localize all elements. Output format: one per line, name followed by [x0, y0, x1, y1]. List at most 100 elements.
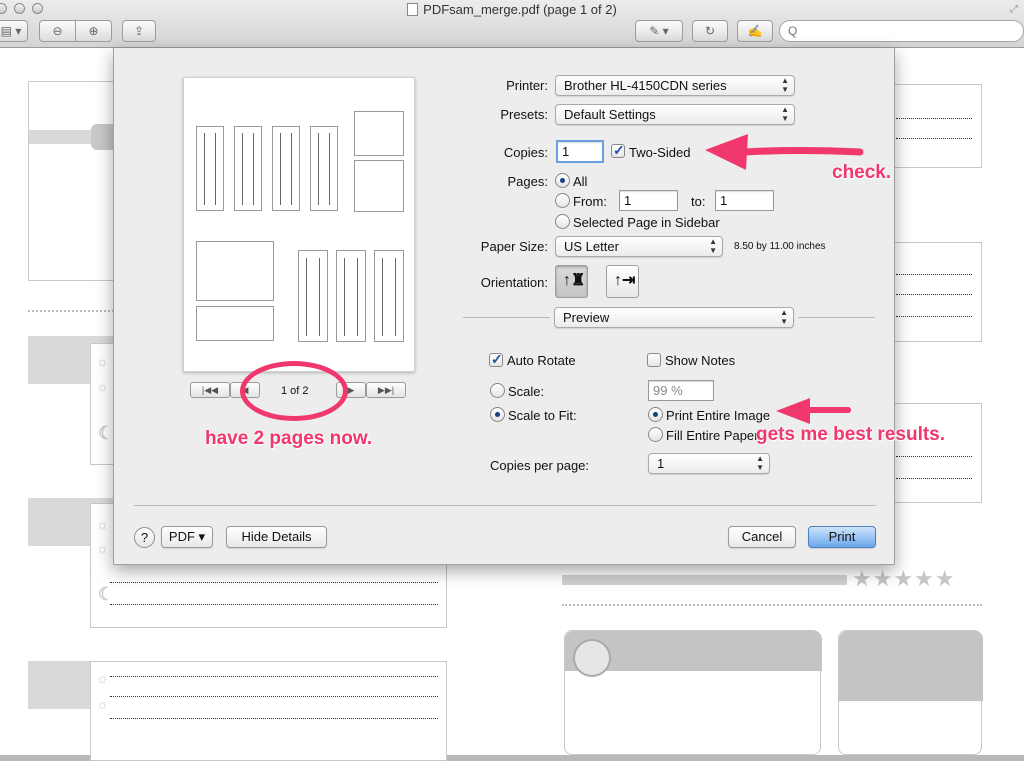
doc-dotted-line	[896, 456, 972, 457]
edit-icon: ✍	[747, 24, 763, 38]
last-page-button[interactable]: ▶▶|	[366, 382, 406, 398]
hide-details-button[interactable]: Hide Details	[226, 526, 327, 548]
doc-dotted-line	[896, 274, 972, 275]
first-page-button[interactable]: |◀◀	[190, 382, 230, 398]
preview-lines	[204, 133, 216, 205]
preview-column	[354, 111, 404, 156]
preview-lines	[242, 133, 254, 205]
doc-dotted-line	[110, 582, 438, 583]
section-value: Preview	[563, 310, 610, 325]
pages-from-label: From:	[573, 194, 607, 209]
zoom-in-button[interactable]: ⊕	[75, 20, 112, 42]
auto-rotate-checkbox[interactable]	[489, 351, 503, 368]
rotate-button[interactable]: ↻	[692, 20, 728, 42]
landscape-button[interactable]: ↑⇥	[606, 265, 639, 298]
first-page-icon: |◀◀	[201, 385, 219, 395]
next-page-icon: ▶	[347, 385, 355, 395]
doc-dotted-line	[110, 604, 438, 605]
pages-selected-label: Selected Page in Sidebar	[573, 215, 720, 230]
sidebar-toggle-button[interactable]: ▤ ▾	[0, 20, 28, 42]
window-titlebar: PDFsam_merge.pdf (page 1 of 2) ⤢ ▤ ▾ ⊖ ⊕…	[0, 0, 1024, 48]
fill-entire-paper-label: Fill Entire Paper	[666, 428, 759, 443]
edit-toolbar-button[interactable]: ✍	[737, 20, 773, 42]
last-page-icon: ▶▶|	[377, 385, 395, 395]
two-sided-label: Two-Sided	[629, 145, 691, 160]
doc-right-card-2	[838, 630, 983, 755]
pages-selected-radio[interactable]	[555, 214, 570, 229]
pages-from-field[interactable]: 1	[619, 190, 678, 211]
doc-right-box-2	[880, 242, 982, 342]
window-title: PDFsam_merge.pdf (page 1 of 2)	[0, 2, 1024, 17]
doc-divider	[28, 310, 118, 312]
printer-popup[interactable]: Brother HL-4150CDN series ▲ ▼	[555, 75, 795, 96]
page-count-highlight	[240, 361, 348, 421]
preview-block	[196, 306, 274, 341]
pages-all-radio[interactable]	[555, 173, 570, 188]
doc-divider	[562, 604, 982, 606]
scale-field[interactable]: 99 %	[648, 380, 714, 401]
share-button[interactable]: ⇪	[122, 20, 156, 42]
preview-lines	[382, 258, 396, 336]
copies-label: Copies:	[503, 145, 548, 160]
print-dialog: |◀◀ ◀ 1 of 2 ▶ ▶▶| Printer: Brother HL-4…	[113, 48, 895, 565]
scale-radio[interactable]	[490, 383, 505, 398]
bottom-separator	[134, 505, 876, 506]
two-sided-checkbox[interactable]	[611, 142, 625, 159]
doc-dotted-line	[896, 138, 972, 139]
help-button[interactable]: ?	[134, 527, 155, 548]
fullscreen-icon[interactable]: ⤢	[1010, 4, 1018, 15]
zoom-out-icon: ⊖	[52, 24, 63, 38]
paper-size-value: US Letter	[564, 239, 619, 254]
pdf-file-icon	[407, 3, 419, 16]
pages-from-radio[interactable]	[555, 193, 570, 208]
moon-icon: ☾	[98, 584, 115, 604]
copies-field[interactable]: 1	[556, 140, 604, 163]
sun-icon: ☼	[96, 670, 109, 686]
doc-dotted-line	[110, 718, 438, 719]
popup-arrows-icon: ▲ ▼	[781, 105, 789, 123]
preview-lines	[344, 258, 358, 336]
presets-popup[interactable]: Default Settings ▲ ▼	[555, 104, 795, 125]
scale-to-fit-radio[interactable]	[490, 407, 505, 422]
copies-per-page-popup[interactable]: 1 ▲ ▼	[648, 453, 770, 474]
section-separator-right	[798, 317, 875, 318]
search-icon: Q	[788, 24, 798, 38]
popup-arrows-icon: ▲ ▼	[781, 76, 789, 94]
sun-icon: ☼	[96, 378, 109, 394]
annotation-results: gets me best results.	[756, 424, 946, 445]
doc-right-box-3	[880, 403, 982, 503]
show-notes-label: Show Notes	[665, 353, 736, 368]
pdf-menu-button[interactable]: PDF ▾	[161, 526, 213, 548]
presets-value: Default Settings	[564, 107, 656, 122]
cancel-button[interactable]: Cancel	[728, 526, 796, 548]
help-icon: ?	[140, 530, 149, 545]
presets-label: Presets:	[500, 107, 548, 122]
doc-right-box-1	[880, 84, 982, 168]
print-entire-image-radio[interactable]	[648, 407, 663, 422]
portrait-button[interactable]: ↑♜	[555, 265, 588, 298]
print-button[interactable]: Print	[808, 526, 876, 548]
pages-to-field[interactable]: 1	[715, 190, 774, 211]
rating-stars: ★★★★★	[852, 566, 956, 591]
pages-label: Pages:	[507, 174, 548, 189]
portrait-icon: ↑♜	[563, 272, 586, 289]
section-popup[interactable]: Preview ▲ ▼	[554, 307, 794, 328]
popup-arrows-icon: ▲ ▼	[780, 308, 788, 326]
zoom-in-icon: ⊕	[88, 24, 99, 38]
search-field[interactable]: Q	[779, 20, 1024, 42]
fill-entire-paper-radio[interactable]	[648, 427, 663, 442]
copies-per-page-value: 1	[657, 456, 665, 471]
doc-card-header	[839, 631, 983, 701]
sun-icon: ☼	[96, 540, 109, 556]
annotation-check: check.	[832, 162, 892, 183]
annotate-button[interactable]: ✎ ▾	[635, 20, 683, 42]
scale-label: Scale:	[508, 384, 545, 399]
paper-size-popup[interactable]: US Letter ▲ ▼	[555, 236, 723, 257]
auto-rotate-label: Auto Rotate	[507, 353, 576, 368]
doc-dotted-line	[110, 676, 438, 677]
show-notes-checkbox[interactable]	[647, 353, 661, 367]
zoom-out-button[interactable]: ⊖	[39, 20, 76, 42]
preview-column	[354, 160, 404, 212]
orientation-label: Orientation:	[480, 275, 548, 290]
preview-block	[196, 241, 274, 301]
